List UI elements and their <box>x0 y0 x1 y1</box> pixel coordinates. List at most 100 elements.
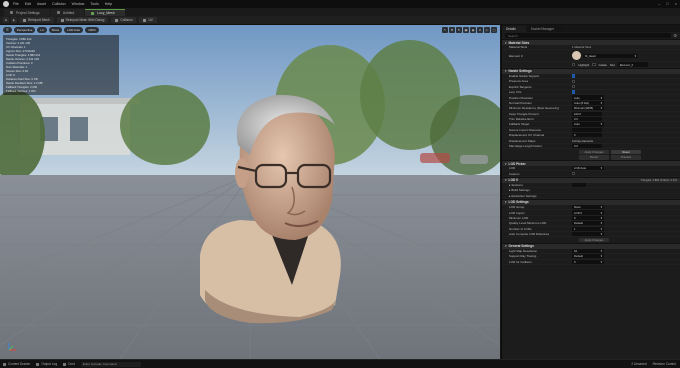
save-icon[interactable]: ■ <box>3 17 9 23</box>
menu-window[interactable]: Window <box>72 2 85 6</box>
isolate-checkbox[interactable] <box>592 62 596 67</box>
menu-tools[interactable]: Tools <box>90 2 98 6</box>
highlight-checkbox[interactable] <box>572 62 576 67</box>
property-label: Source Import Filename <box>509 127 542 132</box>
chevron-down-icon: ▾ <box>505 178 507 183</box>
maximize-icon[interactable]: □ <box>666 1 668 6</box>
property-input[interactable]: 100.0 <box>572 111 602 116</box>
minimize-icon[interactable]: – <box>658 1 660 6</box>
select-icon[interactable]: ↖ <box>442 27 448 33</box>
lod-dropdown[interactable]: LOD Auto ▾ <box>572 166 604 171</box>
tab-socket-manager[interactable]: Socket Manager <box>526 26 564 32</box>
slot-name-input[interactable]: Element_0 <box>617 62 648 67</box>
scale-icon[interactable]: ▣ <box>463 27 469 33</box>
property-value: 0 ▾ <box>572 215 680 221</box>
collision-button[interactable]: Collision <box>111 17 137 23</box>
settings-icon[interactable]: ⚙ <box>673 33 677 38</box>
property-value <box>572 182 680 188</box>
cmd-button[interactable]: Cmd <box>63 362 75 366</box>
button-label: UV <box>148 18 153 22</box>
unsaved-button[interactable]: 2 Unsaved <box>631 362 646 366</box>
menu-collision[interactable]: Collision <box>52 2 66 6</box>
tab-details[interactable]: Details <box>502 26 526 32</box>
property-input[interactable]: 0.0 <box>572 143 602 149</box>
preview-button[interactable]: Preview <box>611 155 641 160</box>
rotate-icon[interactable]: ↻ <box>456 27 462 33</box>
property-value: Auto ▾ <box>572 122 680 127</box>
property-dropdown[interactable]: None ▾ <box>572 205 604 210</box>
property-value: Auto (8 bits) ▾ <box>572 100 680 106</box>
camera-speed-icon[interactable]: ▷ <box>484 27 490 33</box>
property-checkbox[interactable] <box>572 85 576 89</box>
property-checkbox[interactable] <box>572 90 576 94</box>
menu-help[interactable]: Help <box>105 2 112 6</box>
tab-static-mesh[interactable]: Lucy_Mesh <box>85 9 125 16</box>
apply-changes-button[interactable]: Apply Changes <box>579 237 609 243</box>
property-dropdown[interactable]: 0 ▾ <box>572 259 604 264</box>
slot-label: Slot <box>609 62 615 67</box>
viewport-options-button[interactable]: ☰ <box>3 27 12 33</box>
property-checkbox[interactable] <box>572 79 576 84</box>
tab-untitled[interactable]: Untitled <box>50 9 85 16</box>
revert-button[interactable]: Revert <box>579 155 609 160</box>
mesh-stats-overlay: Triangles: 4 882 214 Vertices: 2 441 109… <box>3 35 119 95</box>
property-dropdown[interactable]: Default ▾ <box>572 254 604 259</box>
dropdown-value: 64 <box>574 248 578 253</box>
property-input[interactable]: 0 <box>572 133 602 138</box>
property-dropdown[interactable]: LOD 0 ▾ <box>572 210 604 215</box>
details-search-input[interactable]: Search <box>505 33 672 38</box>
property-dropdown[interactable]: ▾ <box>572 232 604 237</box>
material-dropdown[interactable]: M_Head ▾ <box>583 53 638 58</box>
move-icon[interactable]: ✥ <box>449 27 455 33</box>
revision-control-button[interactable]: Revision Control <box>653 362 676 366</box>
dropdown-value: Auto <box>574 122 580 127</box>
uv-button[interactable]: UV <box>139 17 157 23</box>
lod-button[interactable]: LOD Auto <box>64 27 84 33</box>
show-button[interactable]: Show <box>48 27 63 33</box>
mesh-viewport[interactable]: ☰ Perspective Lit Show LOD Auto 100% ↖ ✥… <box>0 25 500 359</box>
property-dropdown[interactable]: Minimal (32KB) ▾ <box>572 106 604 111</box>
general-settings-list: Light Map Resolution 64 ▾ Support Ray Traci… <box>502 248 680 265</box>
close-icon[interactable]: × <box>675 1 677 6</box>
apply-changes-button[interactable]: Apply Changes <box>579 149 609 155</box>
dropdown-value: Default <box>574 221 583 226</box>
console-command-input[interactable]: Enter Console Command <box>80 361 141 367</box>
section-title: LOD Picker <box>508 161 526 166</box>
property-dropdown[interactable]: 64 ▾ <box>572 248 604 253</box>
output-log-button[interactable]: Output Log <box>36 362 57 366</box>
background-car <box>420 153 450 163</box>
button-label: Reimport Mesh With Dialog <box>65 18 105 22</box>
property-label: ▸ Reduction Settings <box>502 194 572 198</box>
maximize-viewport-icon[interactable]: ▢ <box>491 27 497 33</box>
reimport-mesh-dialog-button[interactable]: Reimport Mesh With Dialog <box>56 17 109 23</box>
browse-icon[interactable]: ▶ <box>11 17 17 23</box>
property-dropdown[interactable]: Default ▾ <box>572 221 604 226</box>
perspective-button[interactable]: Perspective <box>13 27 36 33</box>
viewport-transform-tools: ↖ ✥ ↻ ▣ ◉ # ▷ ▢ <box>442 27 497 33</box>
unreal-logo-icon[interactable] <box>3 1 9 7</box>
property-input[interactable]: 0.0 <box>572 117 602 122</box>
grid-snap-icon[interactable]: # <box>477 27 483 33</box>
row-label: Reduction Settings <box>511 193 537 198</box>
property-dropdown[interactable]: Auto ▾ <box>572 95 604 100</box>
content-drawer-button[interactable]: Content Drawer <box>3 362 30 366</box>
reimport-mesh-button[interactable]: Reimport Mesh <box>19 17 54 23</box>
menu-edit[interactable]: Edit <box>25 2 31 6</box>
custom-checkbox[interactable] <box>572 171 576 176</box>
screen-percentage-button[interactable]: 100% <box>85 27 99 33</box>
property-dropdown[interactable]: Auto ▾ <box>572 122 604 127</box>
property-dropdown[interactable]: Auto (8 bits) ▾ <box>572 100 604 106</box>
property-dropdown[interactable]: 1 ▾ <box>572 226 604 231</box>
property-value: 100.0 <box>572 111 680 116</box>
world-icon[interactable]: ◉ <box>470 27 476 33</box>
property-input[interactable] <box>572 127 602 132</box>
lit-button[interactable]: Lit <box>37 27 47 33</box>
menu-file[interactable]: File <box>13 2 19 6</box>
property-checkbox[interactable] <box>572 74 576 78</box>
tab-project-settings[interactable]: Project Settings <box>4 9 50 16</box>
property-dropdown[interactable]: 0 ▾ <box>572 215 604 221</box>
property-value <box>572 74 680 78</box>
material-thumbnail[interactable] <box>572 51 581 61</box>
menu-asset[interactable]: Asset <box>37 2 46 6</box>
reset-button[interactable]: Reset <box>611 149 641 155</box>
